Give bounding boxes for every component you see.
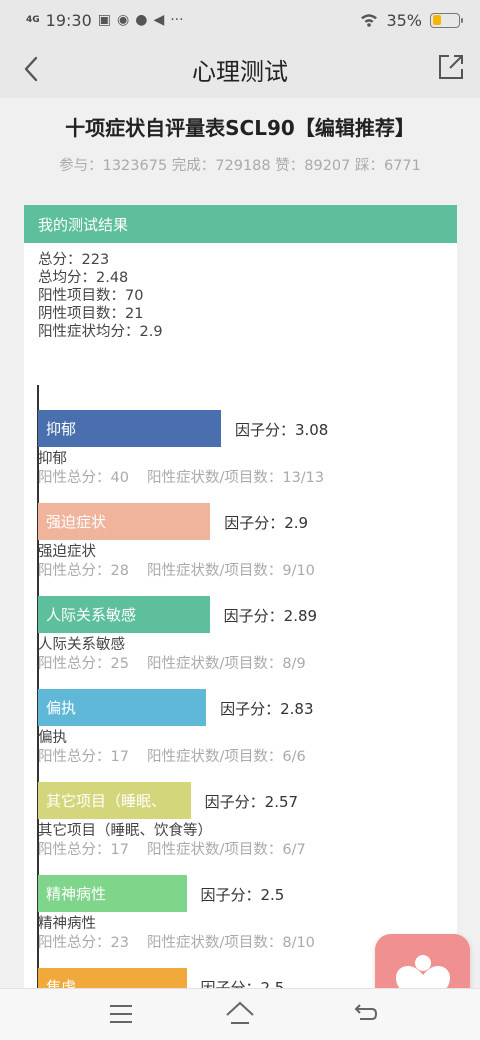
status-time: 19:30 xyxy=(45,10,92,30)
factor-symptom-ratio: 阳性症状数/项目数：13/13 xyxy=(146,470,325,486)
result-summary: 总分：223 总均分：2.48 阳性项目数：70 阴性项目数：21 阳性症状均分… xyxy=(24,243,457,341)
content-area[interactable]: 十项症状自评量表SCL90【编辑推荐】 参与：1323675 完成：729188… xyxy=(0,98,480,988)
factor-name: 其它项目（睡眠、饮食等） xyxy=(38,823,212,839)
factor-name: 人际关系敏感 xyxy=(38,637,125,653)
status-bar: 4G 19:30 ▣ ◉ ● ◀ ··· 35% xyxy=(0,0,480,40)
factor-symptom-ratio: 阳性症状数/项目数：8/10 xyxy=(146,935,315,951)
summary-total-score: 总分：223 xyxy=(38,252,110,268)
factor-symptom-ratio: 阳性症状数/项目数：6/7 xyxy=(146,842,306,858)
factor-row: 抑郁 因子分：3.08 抑郁 阳性总分：40 阳性症状数/项目数：13/13 xyxy=(38,410,443,502)
compass-icon: ◉ xyxy=(117,12,130,28)
factor-positive-total: 阳性总分：40 xyxy=(38,470,129,486)
factor-bar[interactable]: 焦虑 xyxy=(38,968,187,988)
result-card: 我的测试结果 总分：223 总均分：2.48 阳性项目数：70 阴性项目数：21… xyxy=(24,205,457,988)
wifi-icon xyxy=(361,14,378,27)
return-icon[interactable] xyxy=(352,1001,378,1027)
factor-positive-total: 阳性总分：23 xyxy=(38,935,129,951)
summary-negative-items: 阴性项目数：21 xyxy=(38,306,144,322)
factor-name: 精神病性 xyxy=(38,916,96,932)
factor-bar[interactable]: 偏执 xyxy=(38,689,207,726)
factor-score: 因子分：3.08 xyxy=(234,421,329,439)
network-indicator: 4G xyxy=(26,14,40,25)
factor-bar[interactable]: 抑郁 xyxy=(38,410,221,447)
share-icon[interactable] xyxy=(436,52,466,82)
summary-positive-average: 阳性症状均分：2.9 xyxy=(38,324,163,340)
result-card-header: 我的测试结果 xyxy=(24,205,457,243)
factor-stats: 阳性总分：23 阳性症状数/项目数：8/10 xyxy=(38,931,315,952)
factor-stats: 阳性总分：28 阳性症状数/项目数：9/10 xyxy=(38,559,315,580)
mute-icon: ◀ xyxy=(153,12,165,28)
factor-stats: 阳性总分：25 阳性症状数/项目数：8/9 xyxy=(38,652,306,673)
page-title: 心理测试 xyxy=(192,57,288,86)
factor-row: 人际关系敏感 因子分：2.89 人际关系敏感 阳性总分：25 阳性症状数/项目数：8/9 xyxy=(38,596,443,688)
factor-symptom-ratio: 阳性症状数/项目数：6/6 xyxy=(146,749,306,765)
chat-bubble-icon: ● xyxy=(135,12,148,28)
factor-symptom-ratio: 阳性症状数/项目数：9/10 xyxy=(146,563,315,579)
chevron-left-icon[interactable] xyxy=(18,54,48,84)
factor-stats: 阳性总分：17 阳性症状数/项目数：6/7 xyxy=(38,838,306,859)
factor-bar[interactable]: 人际关系敏感 xyxy=(38,596,210,633)
factor-positive-total: 阳性总分：25 xyxy=(38,656,129,672)
factor-bar[interactable]: 其它项目（睡眠、 xyxy=(38,782,191,819)
factor-positive-total: 阳性总分：17 xyxy=(38,842,129,858)
factor-positive-total: 阳性总分：17 xyxy=(38,749,129,765)
factor-row: 强迫症状 因子分：2.9 强迫症状 阳性总分：28 阳性症状数/项目数：9/10 xyxy=(38,503,443,595)
factor-score: 因子分：2.5 xyxy=(200,979,285,988)
test-title: 十项症状自评量表SCL90【编辑推荐】 xyxy=(65,116,415,140)
factor-bar[interactable]: 精神病性 xyxy=(38,875,187,912)
factor-stats: 阳性总分：17 阳性症状数/项目数：6/6 xyxy=(38,745,306,766)
factor-score: 因子分：2.89 xyxy=(223,607,318,625)
factor-positive-total: 阳性总分：28 xyxy=(38,563,129,579)
notification-icon: ▣ xyxy=(97,12,111,28)
factor-score: 因子分：2.5 xyxy=(200,886,285,904)
menu-icon[interactable] xyxy=(108,1003,134,1025)
test-stats: 参与：1323675 完成：729188 赞：89207 踩：6771 xyxy=(59,158,421,174)
factor-score: 因子分：2.83 xyxy=(220,700,314,718)
factor-stats: 阳性总分：40 阳性症状数/项目数：13/13 xyxy=(38,466,324,487)
battery-percent: 35% xyxy=(386,10,422,30)
nav-bar: 心理测试 xyxy=(0,40,480,98)
factor-score: 因子分：2.57 xyxy=(204,793,299,811)
battery-icon xyxy=(430,12,463,28)
factor-chart: 抑郁 因子分：3.08 抑郁 阳性总分：40 阳性症状数/项目数：13/13 强迫症状 因子… xyxy=(37,385,447,988)
factor-name: 抑郁 xyxy=(38,451,67,467)
home-icon[interactable] xyxy=(224,999,256,1027)
summary-positive-items: 阳性项目数：70 xyxy=(38,288,144,304)
factor-bar[interactable]: 强迫症状 xyxy=(38,503,211,540)
factor-name: 偏执 xyxy=(38,730,67,746)
summary-average-score: 总均分：2.48 xyxy=(38,270,129,286)
more-dots-icon: ··· xyxy=(170,12,184,28)
factor-name: 强迫症状 xyxy=(38,544,96,560)
system-nav-bar xyxy=(0,988,480,1040)
factor-score: 因子分：2.9 xyxy=(224,514,309,532)
factor-row: 其它项目（睡眠、 因子分：2.57 其它项目（睡眠、饮食等） 阳性总分：17 阳性症状数… xyxy=(38,782,443,874)
battery-level xyxy=(432,15,442,25)
factor-symptom-ratio: 阳性症状数/项目数：8/9 xyxy=(146,656,306,672)
factor-row: 偏执 因子分：2.83 偏执 阳性总分：17 阳性症状数/项目数：6/6 xyxy=(38,689,443,781)
